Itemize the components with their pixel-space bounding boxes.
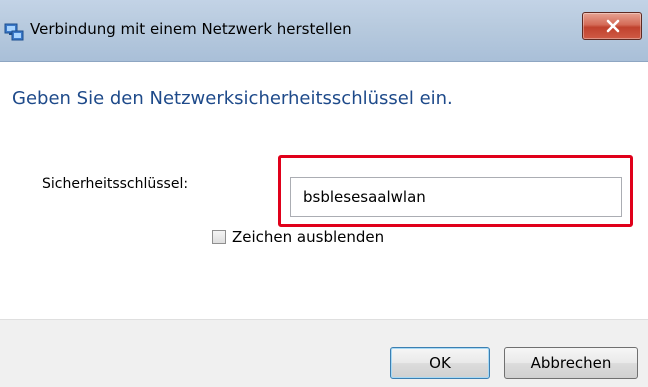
hide-characters-label[interactable]: Zeichen ausblenden bbox=[232, 228, 384, 246]
ok-button[interactable]: OK bbox=[390, 347, 490, 379]
cancel-button[interactable]: Abbrechen bbox=[504, 347, 638, 379]
hide-characters-checkbox[interactable] bbox=[212, 230, 226, 244]
network-icon bbox=[4, 22, 24, 42]
close-button[interactable] bbox=[582, 12, 642, 40]
dialog-heading: Geben Sie den Netzwerksicherheitsschlüss… bbox=[12, 88, 453, 109]
close-icon bbox=[606, 19, 620, 33]
security-key-label: Sicherheitsschlüssel: bbox=[42, 176, 189, 192]
title-bar: Verbindung mit einem Netzwerk herstellen bbox=[0, 0, 648, 62]
window-title: Verbindung mit einem Netzwerk herstellen bbox=[30, 20, 352, 38]
security-key-input[interactable] bbox=[290, 177, 622, 217]
